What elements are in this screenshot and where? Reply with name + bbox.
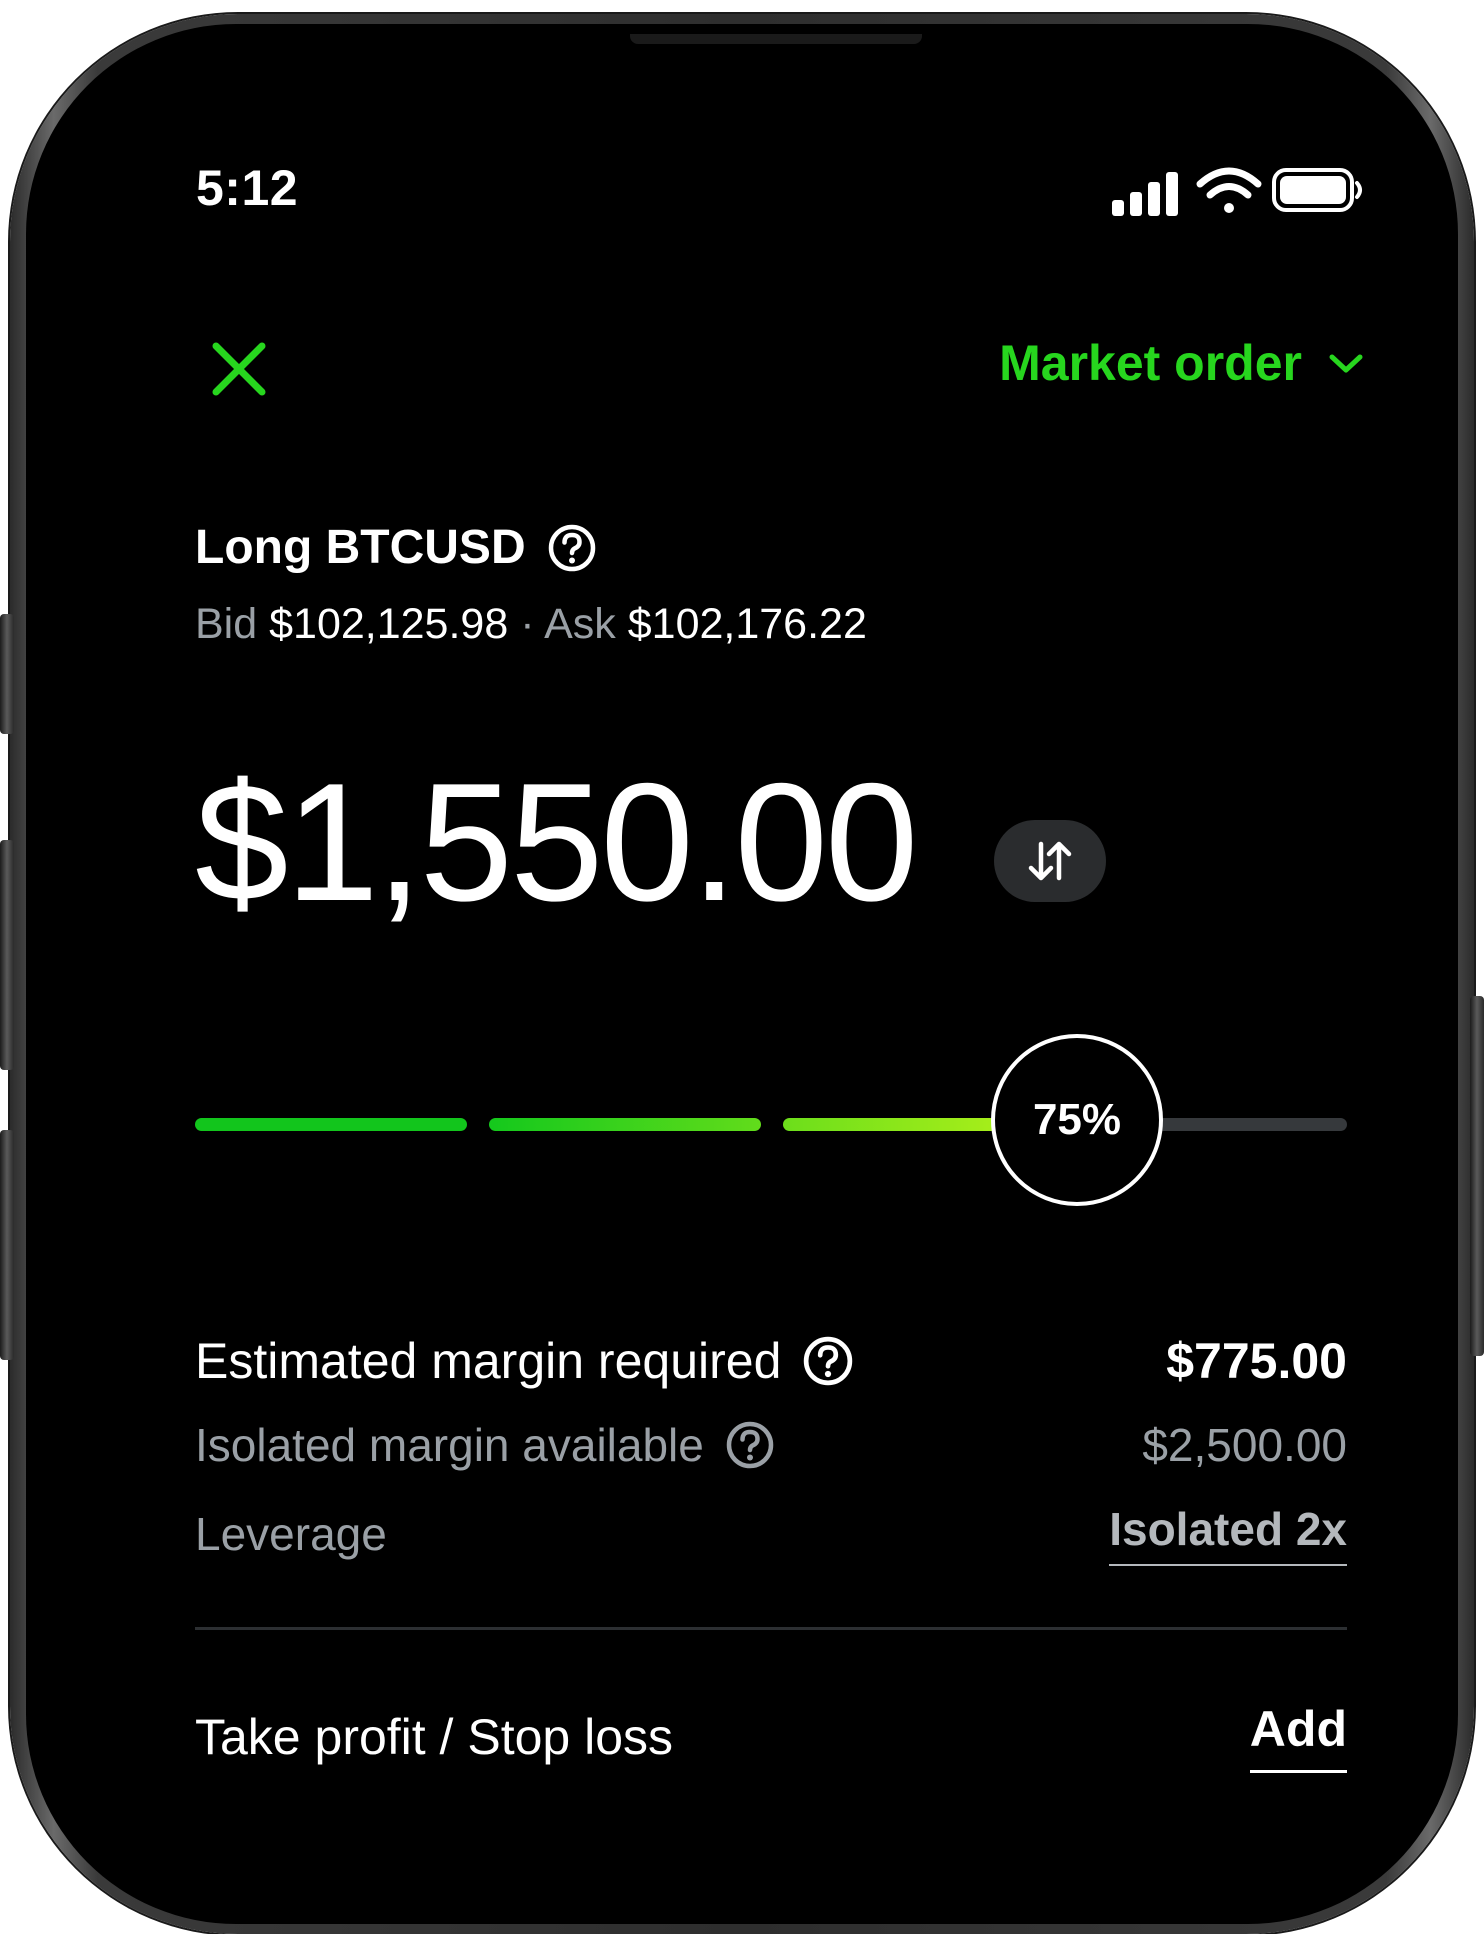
isolated-margin-value: $2,500.00 <box>1142 1419 1347 1471</box>
leverage-row: Leverage Isolated 2x <box>195 1502 1347 1566</box>
signal-icon <box>1112 172 1178 216</box>
help-icon[interactable] <box>726 1421 774 1469</box>
bid-value: $102,125.98 <box>269 600 509 648</box>
margin-required-row: Estimated margin required $775.00 <box>195 1332 1347 1390</box>
isolated-margin-row: Isolated margin available $2,500.00 <box>195 1418 1347 1472</box>
margin-required-label: Estimated margin required <box>195 1333 782 1389</box>
device-side-button <box>0 840 14 1070</box>
swap-units-button[interactable] <box>994 820 1106 902</box>
order-type-dropdown[interactable]: Market order <box>999 334 1364 392</box>
slider-segment-3 <box>783 1118 1003 1131</box>
device-side-button <box>0 614 14 734</box>
leverage-label: Leverage <box>195 1508 387 1560</box>
ask-label: Ask <box>544 600 616 648</box>
battery-icon <box>1272 168 1362 212</box>
slider-handle[interactable]: 75% <box>991 1034 1163 1206</box>
add-tpsl-button[interactable]: Add <box>1249 1700 1347 1773</box>
chevron-down-icon <box>1329 354 1363 373</box>
isolated-margin-label: Isolated margin available <box>195 1419 704 1471</box>
bid-ask-line: Bid $102,125.98 · Ask $102,176.22 <box>195 600 867 649</box>
device-side-button <box>0 1130 14 1360</box>
slider-segment-2 <box>489 1118 761 1131</box>
tpsl-row: Take profit / Stop loss Add <box>195 1700 1347 1773</box>
leverage-link[interactable]: Isolated 2x <box>1109 1502 1347 1566</box>
device-notch <box>630 34 922 44</box>
instrument-title: Long BTCUSD <box>195 520 596 575</box>
order-amount[interactable]: $1,550.00 <box>195 758 918 926</box>
slider-percent-label: 75% <box>1032 1095 1122 1144</box>
swap-arrows-icon <box>1028 841 1072 881</box>
status-time: 5:12 <box>196 160 299 216</box>
help-icon[interactable] <box>803 1336 853 1386</box>
status-icons <box>1112 162 1402 222</box>
margin-required-value: $775.00 <box>1166 1333 1347 1389</box>
close-icon <box>212 342 266 396</box>
ask-value: $102,176.22 <box>627 600 867 648</box>
app-screen: 5:12 Market order Long BTCUSD Bid $102,1… <box>34 34 1450 1914</box>
instrument-name: Long BTCUSD <box>195 521 526 574</box>
divider <box>195 1627 1347 1630</box>
amount-slider[interactable]: 75% <box>195 1034 1347 1214</box>
order-type-label: Market order <box>999 335 1302 391</box>
tpsl-label: Take profit / Stop loss <box>195 1708 674 1765</box>
slider-segment-1 <box>195 1118 467 1131</box>
help-icon[interactable] <box>548 524 596 572</box>
close-button[interactable] <box>204 334 274 404</box>
bid-label: Bid <box>195 600 258 648</box>
wifi-icon <box>1196 167 1262 213</box>
device-side-button <box>1470 996 1484 1356</box>
bid-ask-separator: · <box>520 600 535 648</box>
